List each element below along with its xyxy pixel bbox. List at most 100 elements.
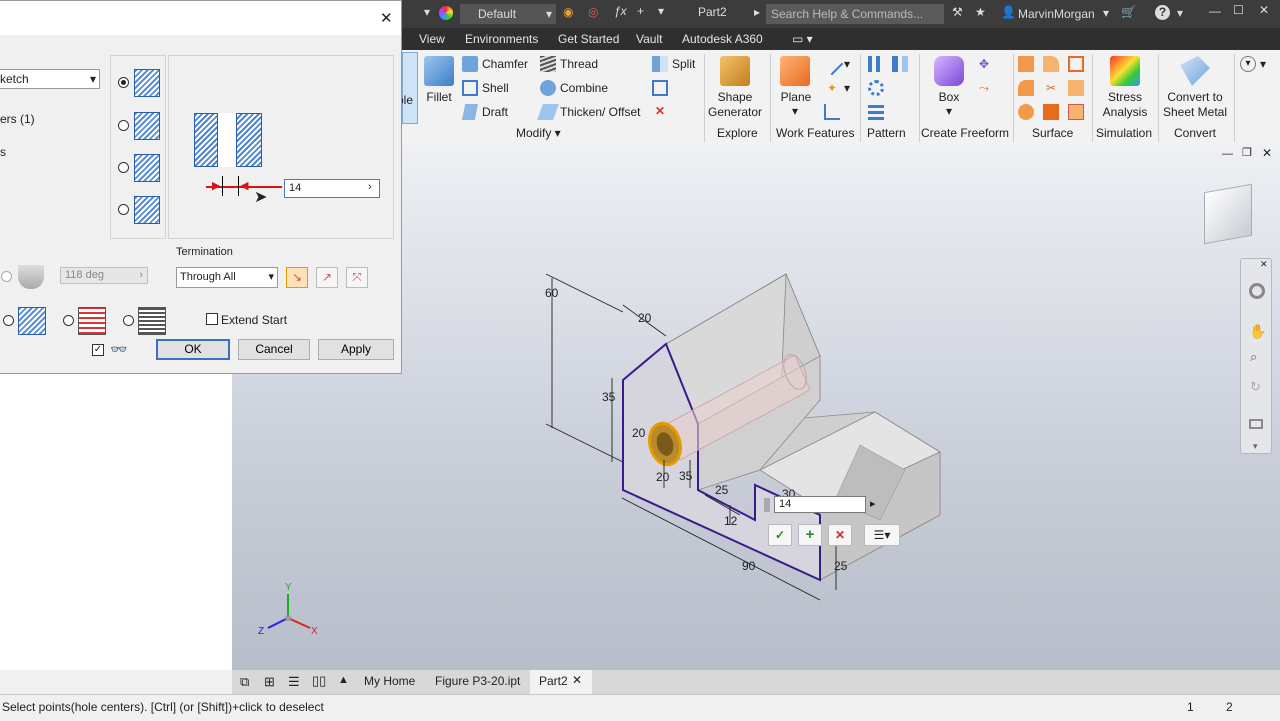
thread-button[interactable]: Thread — [540, 56, 598, 72]
drill-point-radio-flat[interactable] — [1, 271, 12, 282]
apply-check-icon[interactable]: ✓ — [768, 524, 792, 546]
dimension-label[interactable]: 90 — [742, 559, 756, 573]
tab-environments[interactable]: Environments — [465, 32, 538, 46]
fx-icon[interactable]: ƒx — [614, 4, 627, 18]
dimension-label[interactable]: 20 — [632, 426, 646, 440]
drill-angle-field[interactable]: 118 deg › — [60, 267, 148, 284]
adjust-icon[interactable]: ◉ — [563, 5, 573, 19]
apply-button[interactable]: Apply — [318, 339, 394, 360]
modify-panel-label[interactable]: Modify ▾ — [516, 126, 561, 140]
ucs-button[interactable] — [824, 104, 840, 120]
mini-toolbar-expand-icon[interactable]: ▸ — [870, 497, 876, 510]
help-icon[interactable]: ? — [1155, 5, 1170, 20]
dimension-label[interactable]: 20 — [656, 470, 670, 484]
tab-my-home[interactable]: My Home — [364, 674, 415, 688]
mini-toolbar-grip[interactable] — [764, 498, 770, 512]
fillet-label[interactable]: Fillet — [422, 90, 456, 105]
hole-button[interactable]: ole — [397, 52, 418, 124]
shape-generator-label[interactable]: Shape Generator — [708, 90, 762, 120]
circular-pattern-button[interactable] — [868, 80, 884, 96]
box-dropdown-icon[interactable]: ▾ — [944, 104, 954, 119]
freeform-edit-button[interactable]: ✥ — [976, 56, 992, 72]
maximize-icon[interactable]: ☐ — [1233, 3, 1244, 17]
user-icon[interactable]: 👤 — [1001, 5, 1016, 19]
search-tool-icon[interactable]: ⚒ — [952, 5, 963, 19]
surface-patch-button[interactable] — [1043, 56, 1059, 72]
mirror-button[interactable] — [892, 56, 908, 72]
hole-style-radio-tapped[interactable] — [123, 315, 134, 326]
hole-style-radio-simple[interactable] — [3, 315, 14, 326]
surface-replace-button[interactable] — [1018, 104, 1034, 120]
diameter-expand-icon[interactable]: › — [368, 181, 372, 193]
diameter-input[interactable]: 14 — [284, 179, 380, 198]
ok-button[interactable]: OK — [156, 339, 230, 360]
hole-type-radio-spotface[interactable] — [118, 162, 129, 173]
surface-delete-button[interactable] — [1043, 104, 1059, 120]
sketch-pattern-button[interactable] — [868, 104, 884, 120]
surface-trim-button[interactable]: ✂ — [1043, 80, 1059, 96]
rectangular-pattern-button[interactable] — [868, 56, 884, 72]
placement-select[interactable]: ketch ▾ — [0, 69, 100, 89]
shape-generator-icon[interactable] — [720, 56, 750, 86]
solids-selector[interactable]: s — [0, 145, 6, 159]
plus-icon[interactable]: + — [637, 4, 644, 18]
tab-part2-active[interactable]: Part2 ✕ — [530, 670, 592, 694]
dimension-label[interactable]: 25 — [715, 483, 729, 497]
chevron-down-icon[interactable]: ▾ — [1177, 6, 1183, 20]
minimize-icon[interactable]: — — [1209, 4, 1221, 18]
model-browser[interactable] — [0, 374, 232, 670]
work-point-button[interactable]: ✦ ▾ — [824, 80, 850, 96]
dialog-close-icon[interactable]: ✕ — [380, 9, 393, 27]
box-icon[interactable] — [934, 56, 964, 86]
search-input[interactable]: Search Help & Commands... — [766, 4, 944, 24]
termination-select[interactable]: Through All ▾ — [176, 267, 278, 288]
hole-type-radio-counterbore[interactable] — [118, 120, 129, 131]
dimension-label[interactable]: 12 — [724, 514, 738, 528]
plane-dropdown-icon[interactable]: ▾ — [790, 104, 800, 119]
convert-sheet-metal-label[interactable]: Convert to Sheet Metal — [1162, 90, 1228, 120]
draft-button[interactable]: Draft — [462, 104, 508, 120]
cart-icon[interactable]: 🛒 — [1121, 5, 1136, 19]
appearance-swatch-icon[interactable] — [439, 6, 453, 20]
plane-label[interactable]: Plane — [776, 90, 816, 105]
termination-direction-2-button[interactable]: ↗ — [316, 267, 338, 288]
plane-icon[interactable] — [780, 56, 810, 86]
delete-face-button[interactable]: ✕ — [652, 104, 668, 120]
user-name[interactable]: MarvinMorgan — [1018, 7, 1095, 21]
chevron-down-icon[interactable]: ▾ — [1103, 6, 1109, 20]
customize-dropdown-icon[interactable]: ▾ — [658, 4, 664, 18]
surface-thicken-button[interactable] — [1018, 56, 1034, 72]
chamfer-button[interactable]: Chamfer — [462, 56, 528, 72]
stress-analysis-label[interactable]: Stress Analysis — [1097, 90, 1153, 120]
surface-stitch-button[interactable] — [1068, 56, 1084, 72]
tabs-up-icon[interactable]: ▲ — [338, 674, 349, 686]
star-icon[interactable]: ★ — [975, 5, 986, 19]
cancel-x-icon[interactable]: ✕ — [828, 524, 852, 546]
surface-repair-button[interactable] — [1068, 104, 1084, 120]
dimension-label[interactable]: 35 — [602, 390, 616, 404]
surface-extend-button[interactable] — [1068, 80, 1084, 96]
dimension-label[interactable]: 20 — [638, 311, 652, 325]
surface-sculpt-button[interactable] — [1018, 80, 1034, 96]
tab-get-started[interactable]: Get Started — [558, 32, 619, 46]
tile-horizontal-icon[interactable]: ⧉ — [240, 674, 249, 690]
hole-type-radio-drilled[interactable] — [118, 77, 129, 88]
preview-checkbox[interactable]: ✓ — [92, 344, 104, 356]
clear-appearance-icon[interactable]: ◎ — [588, 5, 598, 19]
sheet-metal-icon[interactable] — [1180, 56, 1210, 86]
work-axis-button[interactable]: ▾ — [820, 52, 850, 76]
preview-glasses-icon[interactable]: 👓 — [110, 341, 127, 358]
chevron-right-icon[interactable]: ▸ — [754, 5, 760, 19]
tab-view[interactable]: View — [419, 32, 445, 46]
extend-start-label[interactable]: Extend Start — [221, 313, 287, 327]
tile-grid-icon[interactable]: ⊞ — [264, 674, 275, 690]
thicken-offset-button[interactable]: Thicken/ Offset — [537, 104, 640, 120]
tab-vault[interactable]: Vault — [636, 32, 662, 46]
hole-type-radio-countersink[interactable] — [118, 204, 129, 215]
extend-start-checkbox[interactable] — [206, 313, 218, 325]
dimension-label[interactable]: 25 — [834, 559, 848, 573]
termination-symmetric-button[interactable]: ⤧ — [346, 267, 368, 288]
close-tab-icon[interactable]: ✕ — [572, 673, 582, 687]
mini-toolbar-depth-input[interactable]: 14 — [774, 496, 866, 513]
tile-rows-icon[interactable]: ☰ — [288, 674, 300, 690]
